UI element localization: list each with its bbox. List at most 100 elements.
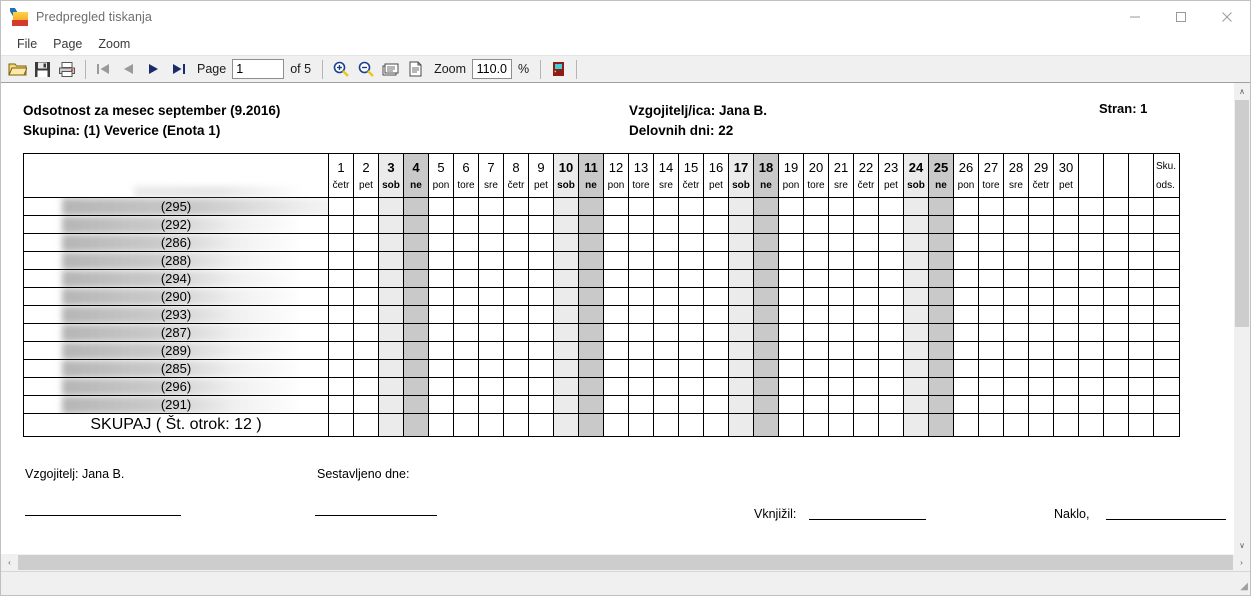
attendance-cell [378,215,404,235]
day-number: 16 [708,160,724,176]
maximize-button[interactable] [1158,1,1204,33]
previous-page-icon[interactable] [116,57,141,81]
attendance-cell [728,341,754,361]
save-disk-icon[interactable] [30,57,55,81]
attendance-cell [328,395,354,415]
day-column-header: 24 sob [903,153,929,199]
fit-width-icon[interactable] [378,57,403,81]
attendance-cell [753,251,779,271]
attendance-cell [778,305,804,325]
attendance-cell [553,341,579,361]
next-page-icon[interactable] [141,57,166,81]
attendance-cell [753,359,779,379]
total-attendance-cell [853,413,879,438]
attendance-cell [603,233,629,253]
resize-grip-icon[interactable]: ◢ [1236,581,1248,593]
last-page-icon[interactable] [166,57,191,81]
attendance-cell [878,359,904,379]
attendance-cell [753,323,779,343]
attendance-cell [578,197,604,217]
scroll-left-button[interactable]: ‹ [1,554,18,571]
fit-page-icon[interactable] [403,57,428,81]
blank-cell [1103,269,1129,289]
attendance-cell [853,215,879,235]
vertical-scroll-thumb[interactable] [1235,100,1249,328]
page-number-input[interactable]: 1 [232,59,285,79]
total-attendance-cell [928,413,954,438]
attendance-cell [803,377,829,397]
attendance-cell [878,377,904,397]
attendance-cell [1003,233,1029,253]
attendance-cell [778,233,804,253]
attendance-cell [853,233,879,253]
scroll-down-button[interactable]: ∨ [1234,537,1250,554]
attendance-cell [853,359,879,379]
page-canvas[interactable]: Odsotnost za mesec september (9.2016) Sk… [1,83,1233,554]
menu-zoom[interactable]: Zoom [90,35,138,53]
day-column-header: 18 ne [753,153,779,199]
printer-icon[interactable] [55,57,80,81]
menu-page[interactable]: Page [45,35,90,53]
attendance-cell [978,395,1004,415]
blank-cell [1078,305,1104,325]
attendance-cell [503,323,529,343]
zoom-out-icon[interactable] [353,57,378,81]
zoom-value-input[interactable]: 110.0 [472,59,513,79]
attendance-cell [453,251,479,271]
first-page-icon[interactable] [91,57,116,81]
zoom-in-icon[interactable] [328,57,353,81]
attendance-cell [703,377,729,397]
attendance-cell [578,287,604,307]
vertical-scrollbar[interactable]: ∧ ∨ [1233,83,1250,554]
attendance-cell [678,377,704,397]
vertical-scroll-track[interactable] [1234,100,1250,537]
open-folder-icon[interactable] [5,57,30,81]
day-number: 24 [908,160,924,176]
day-of-week: četr [682,180,700,192]
attendance-cell [428,377,454,397]
menu-file[interactable]: File [9,35,45,53]
attendance-cell [903,197,929,217]
total-attendance-cell [803,413,829,438]
total-attendance-cell [378,413,404,438]
attendance-cell [828,377,854,397]
attendance-cell [778,395,804,415]
close-button[interactable] [1204,1,1250,33]
summary-cell [1153,359,1180,379]
attendance-cell [1053,305,1079,325]
blank-cell [1078,377,1104,397]
attendance-cell [778,359,804,379]
child-id: (287) [160,325,192,341]
zoom-label: Zoom [434,62,467,76]
horizontal-scroll-thumb[interactable] [18,555,1233,570]
attendance-cell [428,305,454,325]
attendance-cell [453,377,479,397]
attendance-cell [453,215,479,235]
exit-door-icon[interactable] [546,57,571,81]
table-row: (294) [23,269,1180,289]
attendance-cell [828,359,854,379]
toolbar-separator-3 [540,59,542,79]
total-attendance-cell [978,413,1004,438]
day-of-week: sre [834,180,848,192]
attendance-cell [453,305,479,325]
summary-cell [1153,197,1180,217]
attendance-cell [603,359,629,379]
attendance-cell [728,233,754,253]
scroll-up-button[interactable]: ∧ [1234,83,1250,100]
scroll-right-button[interactable]: › [1233,554,1250,571]
attendance-cell [903,323,929,343]
minimize-button[interactable] [1112,1,1158,33]
attendance-cell [878,197,904,217]
blank-cell [1128,269,1154,289]
attendance-cell [903,359,929,379]
day-number: 29 [1033,160,1049,176]
horizontal-scrollbar[interactable]: ‹ › [1,554,1250,571]
day-of-week: ne [760,180,772,192]
attendance-cell [728,287,754,307]
place-line [1106,519,1226,521]
attendance-cell [653,287,679,307]
attendance-cell [728,377,754,397]
horizontal-scroll-track[interactable] [18,554,1233,571]
total-blank-cell [1128,413,1154,438]
